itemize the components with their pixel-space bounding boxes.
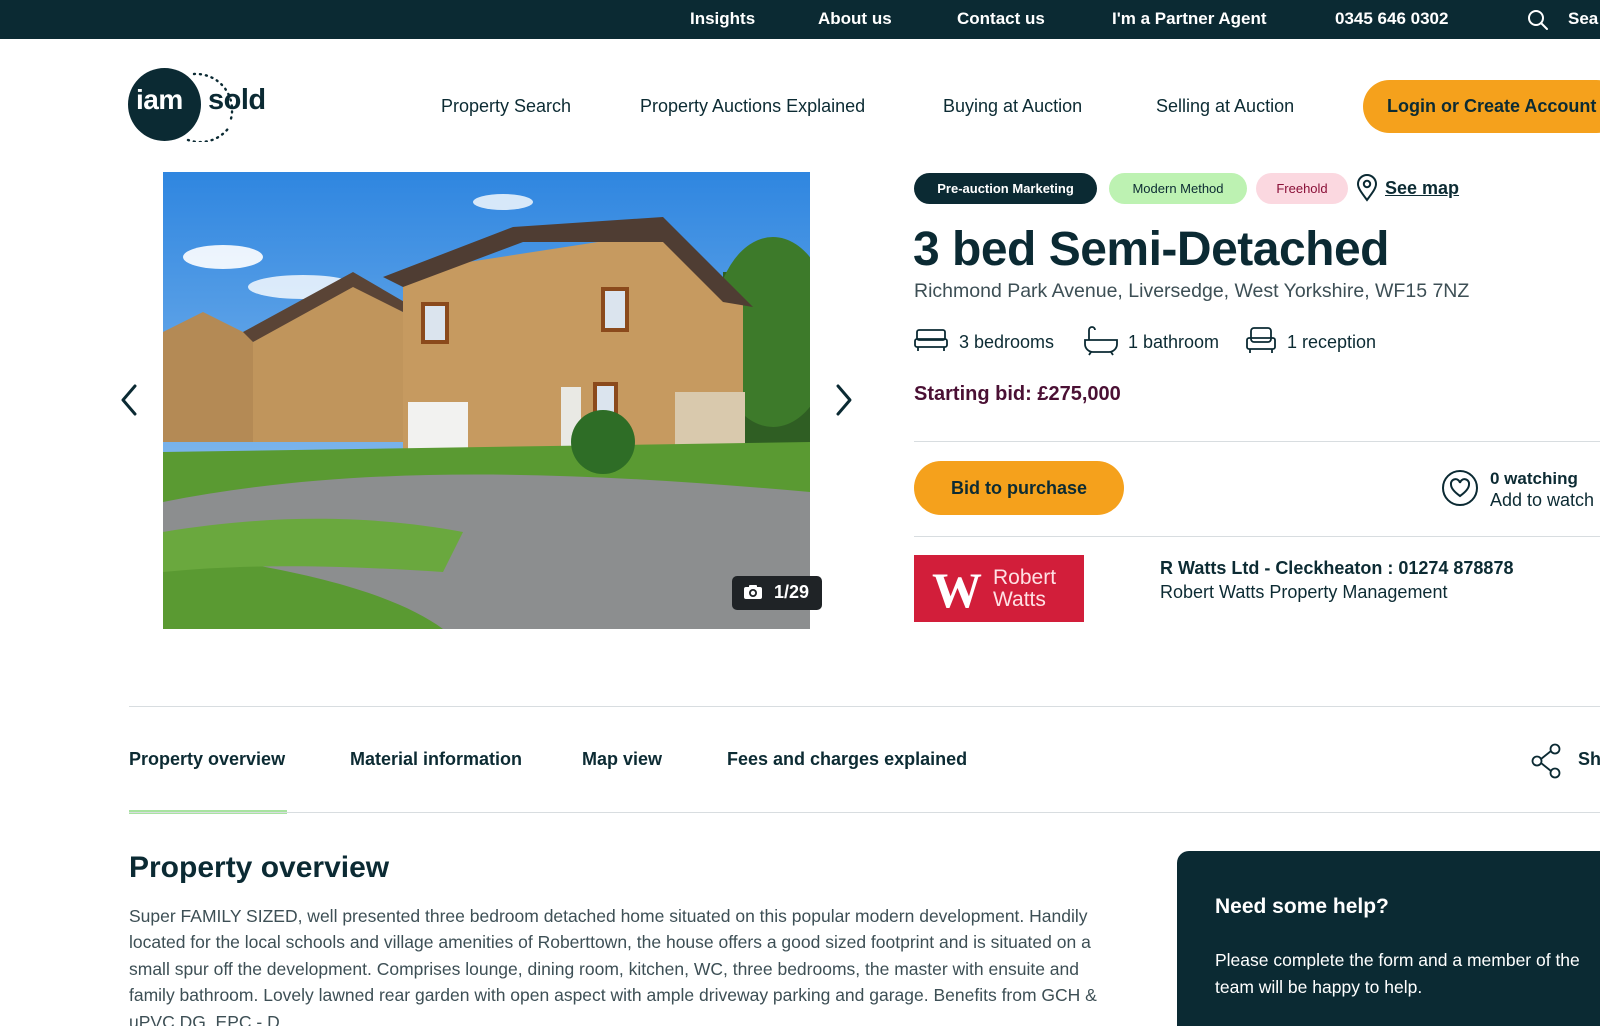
tab-fees-and-charges[interactable]: Fees and charges explained [727, 749, 967, 770]
topbar-link-about[interactable]: About us [818, 9, 892, 29]
listing-address: Richmond Park Avenue, Liversedge, West Y… [914, 280, 1470, 302]
nav-selling-at-auction[interactable]: Selling at Auction [1156, 96, 1294, 117]
agent-logo-name-1: Robert [993, 566, 1057, 589]
agent-logo[interactable]: W Robert Watts [914, 555, 1084, 622]
agent-company: Robert Watts Property Management [1160, 582, 1448, 602]
utility-bar: Insights About us Contact us I'm a Partn… [0, 0, 1600, 39]
help-text: Please complete the form and a member of… [1215, 950, 1580, 997]
add-to-watch-link[interactable]: Add to watch [1490, 490, 1594, 511]
topbar-phone[interactable]: 0345 646 0302 [1335, 9, 1448, 29]
help-panel: Need some help? Please complete the form… [1177, 851, 1600, 1026]
starting-bid: Starting bid: £275,000 [914, 383, 1121, 405]
feature-receptions: 1 reception [1287, 332, 1377, 352]
map-pin-icon[interactable] [1356, 174, 1378, 202]
search-icon[interactable] [1527, 9, 1549, 31]
tab-property-overview[interactable]: Property overview [129, 749, 285, 770]
agent-logo-name-2: Watts [993, 588, 1046, 611]
nav-auctions-explained[interactable]: Property Auctions Explained [640, 96, 865, 117]
logo-text-iam: iam [136, 84, 183, 115]
camera-icon [744, 585, 762, 599]
divider [914, 441, 1600, 442]
login-button[interactable]: Login or Create Account [1363, 80, 1600, 133]
agent-branch[interactable]: R Watts Ltd - Cleckheaton : 01274 878878 [1160, 558, 1513, 579]
photo-counter: 1/29 [732, 576, 822, 610]
watching-count: 0 watching [1490, 469, 1578, 488]
nav-property-search[interactable]: Property Search [441, 96, 571, 117]
divider [129, 706, 1600, 707]
overview-heading: Property overview [129, 851, 390, 884]
topbar-search-label[interactable]: Sea [1568, 9, 1598, 29]
bid-to-purchase-button[interactable]: Bid to purchase [914, 461, 1124, 515]
iamsold-logo[interactable]: iam sold [128, 68, 270, 142]
property-photo[interactable] [163, 172, 810, 629]
tag-freehold: Freehold [1256, 173, 1348, 204]
nav-buying-at-auction[interactable]: Buying at Auction [943, 96, 1082, 117]
tab-map-view[interactable]: Map view [582, 749, 662, 770]
armchair-icon [1246, 327, 1276, 353]
overview-description: Super FAMILY SIZED, well presented three… [129, 906, 1097, 1026]
bath-icon [1084, 326, 1118, 356]
listing-title: 3 bed Semi-Detached [913, 223, 1389, 276]
agent-logo-mark: W [932, 562, 982, 618]
topbar-link-contact[interactable]: Contact us [957, 9, 1045, 29]
topbar-link-insights[interactable]: Insights [690, 9, 755, 29]
help-title: Need some help? [1215, 895, 1389, 918]
heart-icon[interactable] [1441, 469, 1479, 507]
topbar-link-partner-agent[interactable]: I'm a Partner Agent [1112, 9, 1267, 29]
share-icon[interactable] [1530, 743, 1564, 779]
share-label[interactable]: Sh [1578, 749, 1600, 770]
feature-bedrooms: 3 bedrooms [959, 332, 1055, 352]
divider [129, 812, 1600, 813]
see-map-link[interactable]: See map [1385, 178, 1459, 199]
tag-pre-auction: Pre-auction Marketing [914, 173, 1097, 204]
logo-text-sold: sold [208, 84, 266, 116]
bed-icon [914, 329, 948, 351]
chevron-left-icon[interactable] [117, 382, 143, 418]
photo-counter-text: 1/29 [774, 582, 810, 602]
tag-modern-method: Modern Method [1109, 173, 1247, 204]
divider [914, 536, 1600, 537]
chevron-right-icon[interactable] [830, 382, 856, 418]
feature-bathrooms: 1 bathroom [1128, 332, 1220, 352]
tab-material-information[interactable]: Material information [350, 749, 522, 770]
